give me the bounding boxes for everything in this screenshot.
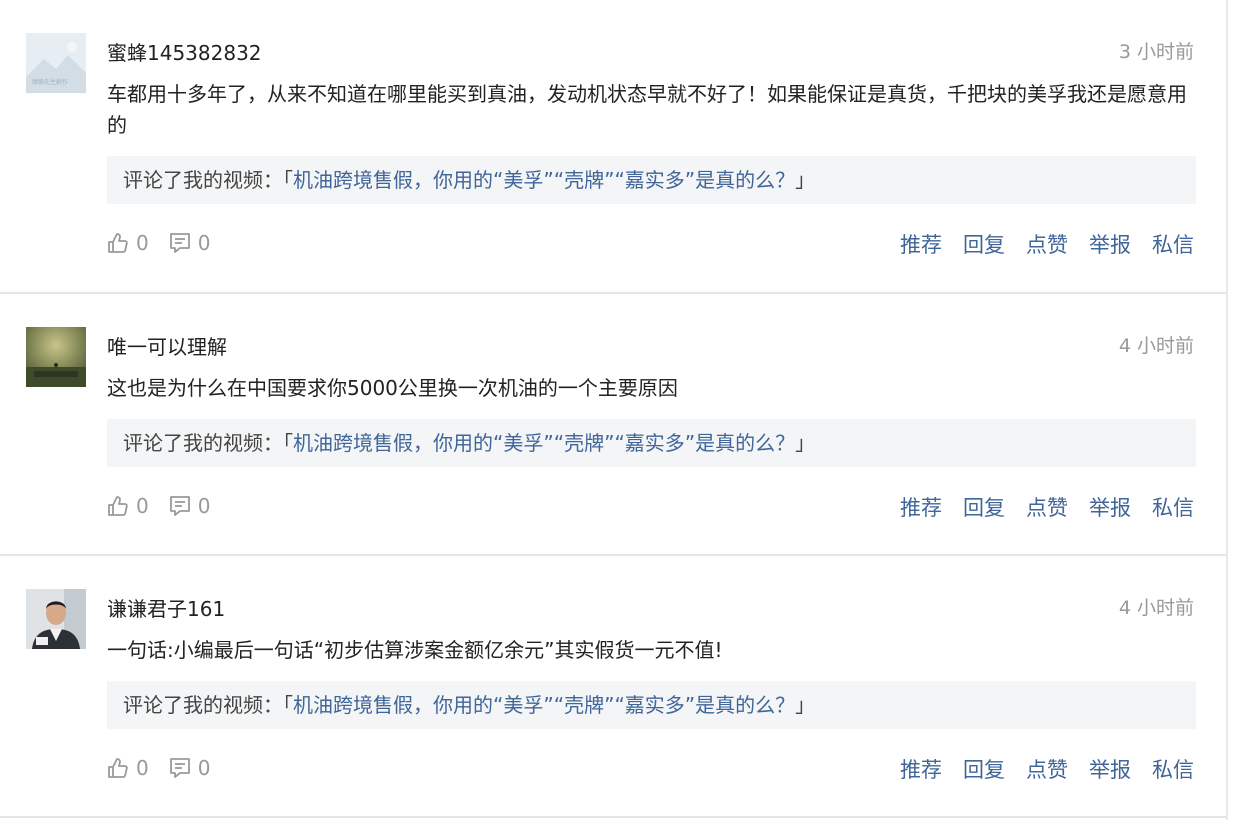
reply-button[interactable]: 回复	[963, 492, 1005, 522]
comment-list: 頭條先生創作 蜜蜂145382832 3 小时前 车都用十多年了，从来不知道在哪…	[0, 0, 1228, 820]
reply-button[interactable]: 回复	[963, 229, 1005, 259]
comment-item: 谦谦君子161 4 小时前 一句话:小编最后一句话“初步估算涉案金额亿余元”其实…	[0, 556, 1226, 818]
like-count: 0	[136, 494, 149, 518]
bracket-close: 」	[795, 431, 816, 455]
timestamp: 4 小时前	[1118, 597, 1194, 619]
quote-prefix: 评论了我的视频：	[123, 693, 283, 717]
video-reference: 评论了我的视频：「机油跨境售假，你用的“美孚”“壳牌”“嘉实多”是真的么？」	[107, 681, 1196, 729]
report-button[interactable]: 举报	[1089, 754, 1131, 784]
quote-prefix: 评论了我的视频：	[123, 168, 283, 192]
bracket-close: 」	[795, 168, 816, 192]
username[interactable]: 谦谦君子161	[107, 593, 225, 622]
reply-stat[interactable]: 0	[169, 494, 211, 518]
bracket-open: 「	[283, 693, 293, 717]
message-button[interactable]: 私信	[1152, 492, 1194, 522]
username[interactable]: 蜜蜂145382832	[107, 37, 262, 66]
video-title-link[interactable]: 机油跨境售假，你用的“美孚”“壳牌”“嘉实多”是真的么？	[293, 168, 795, 192]
reply-count: 0	[197, 494, 211, 518]
avatar[interactable]: 頭條先生創作	[26, 33, 86, 93]
comment-actions: 推荐 回复 点赞 举报 私信	[879, 229, 1194, 259]
like-button[interactable]: 点赞	[1026, 229, 1068, 259]
report-button[interactable]: 举报	[1089, 229, 1131, 259]
quote-prefix: 评论了我的视频：	[123, 431, 283, 455]
comment-text: 这也是为什么在中国要求你5000公里换一次机油的一个主要原因	[107, 376, 678, 400]
like-stat[interactable]: 0	[107, 494, 149, 518]
avatar[interactable]	[26, 589, 86, 649]
comment-text: 一句话:小编最后一句话“初步估算涉案金额亿余元”其实假货一元不值!	[107, 638, 723, 662]
comment-icon	[169, 758, 190, 778]
timestamp: 4 小时前	[1118, 335, 1194, 357]
thumbs-up-icon	[108, 233, 128, 253]
reply-stat[interactable]: 0	[169, 756, 211, 780]
message-button[interactable]: 私信	[1152, 754, 1194, 784]
comment-icon	[169, 233, 190, 253]
comment-text: 车都用十多年了，从来不知道在哪里能买到真油，发动机状态早就不好了！如果能保证是真…	[107, 82, 1187, 137]
bracket-open: 「	[283, 431, 293, 455]
like-count: 0	[136, 231, 149, 255]
video-reference: 评论了我的视频：「机油跨境售假，你用的“美孚”“壳牌”“嘉实多”是真的么？」	[107, 419, 1196, 467]
bracket-close: 」	[795, 693, 816, 717]
comment-stats: 0 0	[107, 230, 230, 256]
comment-item: 頭條先生創作 蜜蜂145382832 3 小时前 车都用十多年了，从来不知道在哪…	[0, 0, 1226, 294]
like-button[interactable]: 点赞	[1026, 492, 1068, 522]
recommend-button[interactable]: 推荐	[900, 229, 942, 259]
username[interactable]: 唯一可以理解	[107, 331, 227, 360]
avatar[interactable]	[26, 327, 86, 387]
comment-stats: 0 0	[107, 493, 230, 519]
thumbs-up-icon	[108, 496, 128, 516]
bracket-open: 「	[283, 168, 293, 192]
video-title-link[interactable]: 机油跨境售假，你用的“美孚”“壳牌”“嘉实多”是真的么？	[293, 431, 795, 455]
timestamp: 3 小时前	[1118, 41, 1194, 63]
comment-item: 唯一可以理解 4 小时前 这也是为什么在中国要求你5000公里换一次机油的一个主…	[0, 294, 1226, 556]
recommend-button[interactable]: 推荐	[900, 754, 942, 784]
thumbs-up-icon	[108, 758, 128, 778]
message-button[interactable]: 私信	[1152, 229, 1194, 259]
reply-count: 0	[197, 231, 211, 255]
comment-actions: 推荐 回复 点赞 举报 私信	[879, 492, 1194, 522]
reply-button[interactable]: 回复	[963, 754, 1005, 784]
video-title-link[interactable]: 机油跨境售假，你用的“美孚”“壳牌”“嘉实多”是真的么？	[293, 693, 795, 717]
avatar-caption: 頭條先生創作	[32, 79, 69, 86]
report-button[interactable]: 举报	[1089, 492, 1131, 522]
reply-stat[interactable]: 0	[169, 231, 211, 255]
comment-icon	[169, 496, 190, 516]
recommend-button[interactable]: 推荐	[900, 492, 942, 522]
like-count: 0	[136, 756, 149, 780]
like-stat[interactable]: 0	[107, 756, 149, 780]
video-reference: 评论了我的视频：「机油跨境售假，你用的“美孚”“壳牌”“嘉实多”是真的么？」	[107, 156, 1196, 204]
landscape-avatar-icon	[26, 327, 86, 387]
comment-stats: 0 0	[107, 755, 230, 781]
comment-actions: 推荐 回复 点赞 举报 私信	[879, 754, 1194, 784]
reply-count: 0	[197, 756, 211, 780]
like-stat[interactable]: 0	[107, 231, 149, 255]
person-avatar-icon	[26, 589, 86, 649]
like-button[interactable]: 点赞	[1026, 754, 1068, 784]
